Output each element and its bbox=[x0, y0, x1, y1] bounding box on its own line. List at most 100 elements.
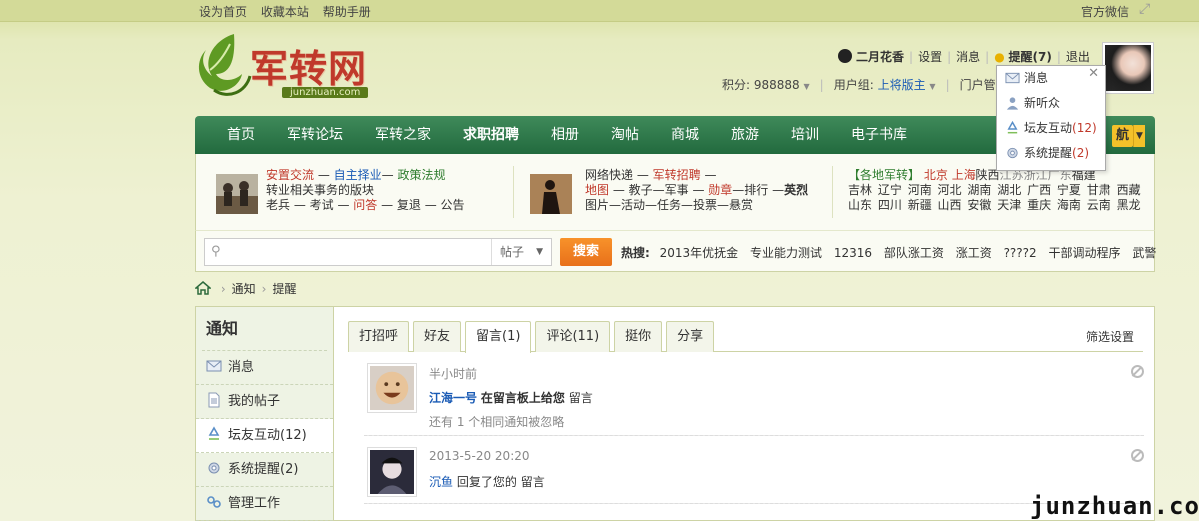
nav-mall[interactable]: 商城 bbox=[655, 116, 715, 154]
link-misc[interactable]: 图片—活动—任务—投票—悬赏 bbox=[585, 198, 808, 213]
sidebar-item-interactions[interactable]: 坛友互动(12) bbox=[196, 419, 334, 453]
site-logo[interactable]: 军转网 junzhuan.com bbox=[194, 30, 394, 102]
hot-item[interactable]: 12316 bbox=[834, 246, 872, 260]
hot-item[interactable]: ????2 bbox=[1004, 246, 1037, 260]
region-item[interactable]: 甘肃 bbox=[1087, 183, 1111, 197]
hot-item[interactable]: 部队涨工资 bbox=[884, 246, 944, 260]
fullscreen-icon[interactable]: ⤢ bbox=[1139, 1, 1155, 17]
notice-target-link[interactable]: 留言 bbox=[569, 391, 593, 405]
region-item[interactable]: 重庆 bbox=[1027, 198, 1051, 212]
link-express[interactable]: 网络快递 bbox=[585, 168, 633, 182]
sidebar-item-messages[interactable]: 消息 bbox=[196, 351, 333, 385]
region-item[interactable]: 安徽 bbox=[967, 198, 991, 212]
region-item[interactable]: 黑龙 bbox=[1117, 198, 1141, 212]
link-policy[interactable]: 政策法规 bbox=[398, 168, 446, 182]
filter-settings-link[interactable]: 筛选设置 bbox=[1086, 328, 1134, 345]
region-item[interactable]: 海南 bbox=[1057, 198, 1081, 212]
logout-link[interactable]: 退出 bbox=[1066, 50, 1090, 64]
buddha-avatar[interactable] bbox=[367, 363, 417, 413]
region-item[interactable]: 河北 bbox=[938, 183, 962, 197]
score-label[interactable]: 积分: 988888 bbox=[722, 78, 800, 92]
silhouette-thumbnail[interactable] bbox=[530, 174, 572, 214]
region-beijing[interactable]: 北京 bbox=[924, 168, 948, 182]
region-item[interactable]: 天津 bbox=[997, 198, 1021, 212]
region-item[interactable]: 西藏 bbox=[1117, 183, 1141, 197]
region-item[interactable]: 山西 bbox=[938, 198, 962, 212]
username-link[interactable]: 二月花香 bbox=[856, 50, 904, 64]
nav-home-club[interactable]: 军转之家 bbox=[359, 116, 447, 154]
nav-forum[interactable]: 军转论坛 bbox=[271, 116, 359, 154]
dropdown-item-new-fans[interactable]: 新听众 bbox=[997, 91, 1105, 116]
set-homepage-link[interactable]: 设为首页 bbox=[199, 5, 247, 19]
region-item[interactable]: 辽宁 bbox=[878, 183, 902, 197]
region-item[interactable]: 广西 bbox=[1027, 183, 1051, 197]
nav-jobs[interactable]: 求职招聘 bbox=[447, 116, 535, 154]
site-nav-button[interactable]: 航 bbox=[1111, 125, 1133, 147]
region-item[interactable]: 河南 bbox=[908, 183, 932, 197]
nav-album[interactable]: 相册 bbox=[535, 116, 595, 154]
link-self-employ[interactable]: 自主择业 bbox=[334, 168, 382, 182]
nav-collections[interactable]: 淘帖 bbox=[595, 116, 655, 154]
nav-travel[interactable]: 旅游 bbox=[715, 116, 775, 154]
region-shanghai[interactable]: 上海 bbox=[952, 168, 976, 182]
link-veterans[interactable]: 老兵 bbox=[266, 198, 290, 212]
hot-item[interactable]: 干部调动程序 bbox=[1049, 246, 1121, 260]
close-icon[interactable]: ✕ bbox=[1088, 66, 1099, 81]
messages-link[interactable]: 消息 bbox=[956, 50, 980, 64]
link-heroes[interactable]: 英烈 bbox=[784, 183, 808, 197]
ignore-icon[interactable] bbox=[1131, 449, 1144, 462]
search-scope-select[interactable]: 帖子 ▼ bbox=[491, 239, 551, 265]
settings-link[interactable]: 设置 bbox=[918, 50, 942, 64]
bookmark-link[interactable]: 收藏本站 bbox=[261, 5, 309, 19]
link-medal[interactable]: 勋章 bbox=[708, 183, 732, 197]
region-item[interactable]: 吉林 bbox=[848, 183, 872, 197]
notice-user-link[interactable]: 沉鱼 bbox=[429, 475, 453, 489]
dropdown-item-system[interactable]: 系统提醒(2) bbox=[997, 141, 1105, 166]
hot-item[interactable]: 涨工资 bbox=[956, 246, 992, 260]
sidebar-item-admin[interactable]: 管理工作 bbox=[196, 487, 333, 521]
group-value[interactable]: 上将版主 bbox=[878, 78, 926, 92]
dropdown-item-interactions[interactable]: 坛友互动(12) bbox=[997, 116, 1105, 141]
search-button[interactable]: 搜索 bbox=[560, 238, 612, 266]
ignore-icon[interactable] bbox=[1131, 365, 1144, 378]
search-input[interactable]: ⚲ 帖子 ▼ bbox=[204, 238, 552, 266]
tab-share[interactable]: 分享 bbox=[666, 321, 715, 352]
region-item[interactable]: 湖北 bbox=[997, 183, 1021, 197]
nav-ebooks[interactable]: 电子书库 bbox=[835, 116, 923, 154]
user-avatar[interactable] bbox=[1102, 42, 1154, 94]
home-icon[interactable] bbox=[195, 281, 211, 295]
tab-reviews[interactable]: 评论(11) bbox=[535, 321, 611, 352]
notice-target-link[interactable]: 留言 bbox=[521, 475, 545, 489]
tab-friends[interactable]: 好友 bbox=[413, 321, 462, 352]
link-map[interactable]: 地图 bbox=[585, 183, 609, 197]
hot-item[interactable]: 专业能力测试 bbox=[750, 246, 822, 260]
hot-item[interactable]: 2013年优抚金 bbox=[660, 246, 739, 260]
chevron-down-icon[interactable]: ▼ bbox=[1133, 125, 1145, 147]
tab-greet[interactable]: 打招呼 bbox=[348, 321, 410, 352]
sidebar-item-system[interactable]: 系统提醒(2) bbox=[196, 453, 333, 487]
nav-home[interactable]: 首页 bbox=[195, 116, 271, 154]
breadcrumb-notice[interactable]: 通知 bbox=[232, 282, 256, 296]
tab-support[interactable]: 挺你 bbox=[614, 321, 663, 352]
nav-training[interactable]: 培训 bbox=[775, 116, 835, 154]
region-item[interactable]: 湖南 bbox=[967, 183, 991, 197]
region-item[interactable]: 新疆 bbox=[908, 198, 932, 212]
girl-avatar[interactable] bbox=[367, 447, 417, 497]
portal-admin-link[interactable]: 门户管 bbox=[960, 78, 996, 92]
link-qa[interactable]: 问答 bbox=[353, 198, 377, 212]
wechat-link[interactable]: 官方微信 bbox=[1081, 3, 1129, 20]
help-link[interactable]: 帮助手册 bbox=[323, 5, 371, 19]
region-item[interactable]: 山东 bbox=[848, 198, 872, 212]
region-item[interactable]: 云南 bbox=[1087, 198, 1111, 212]
hot-item[interactable]: 武警 bbox=[1132, 246, 1156, 260]
region-item[interactable]: 四川 bbox=[878, 198, 902, 212]
remind-link[interactable]: 提醒(7) bbox=[1009, 50, 1052, 64]
soldiers-thumbnail[interactable] bbox=[216, 174, 258, 214]
notice-user-link[interactable]: 江海一号 bbox=[429, 391, 477, 405]
tab-comments-board[interactable]: 留言(1) bbox=[465, 321, 532, 353]
breadcrumb-remind[interactable]: 提醒 bbox=[272, 282, 296, 296]
sidebar-item-my-posts[interactable]: 我的帖子 bbox=[196, 385, 333, 419]
link-settlement[interactable]: 安置交流 bbox=[266, 168, 314, 182]
link-recruit[interactable]: 军转招聘 bbox=[653, 168, 701, 182]
region-item[interactable]: 宁夏 bbox=[1057, 183, 1081, 197]
